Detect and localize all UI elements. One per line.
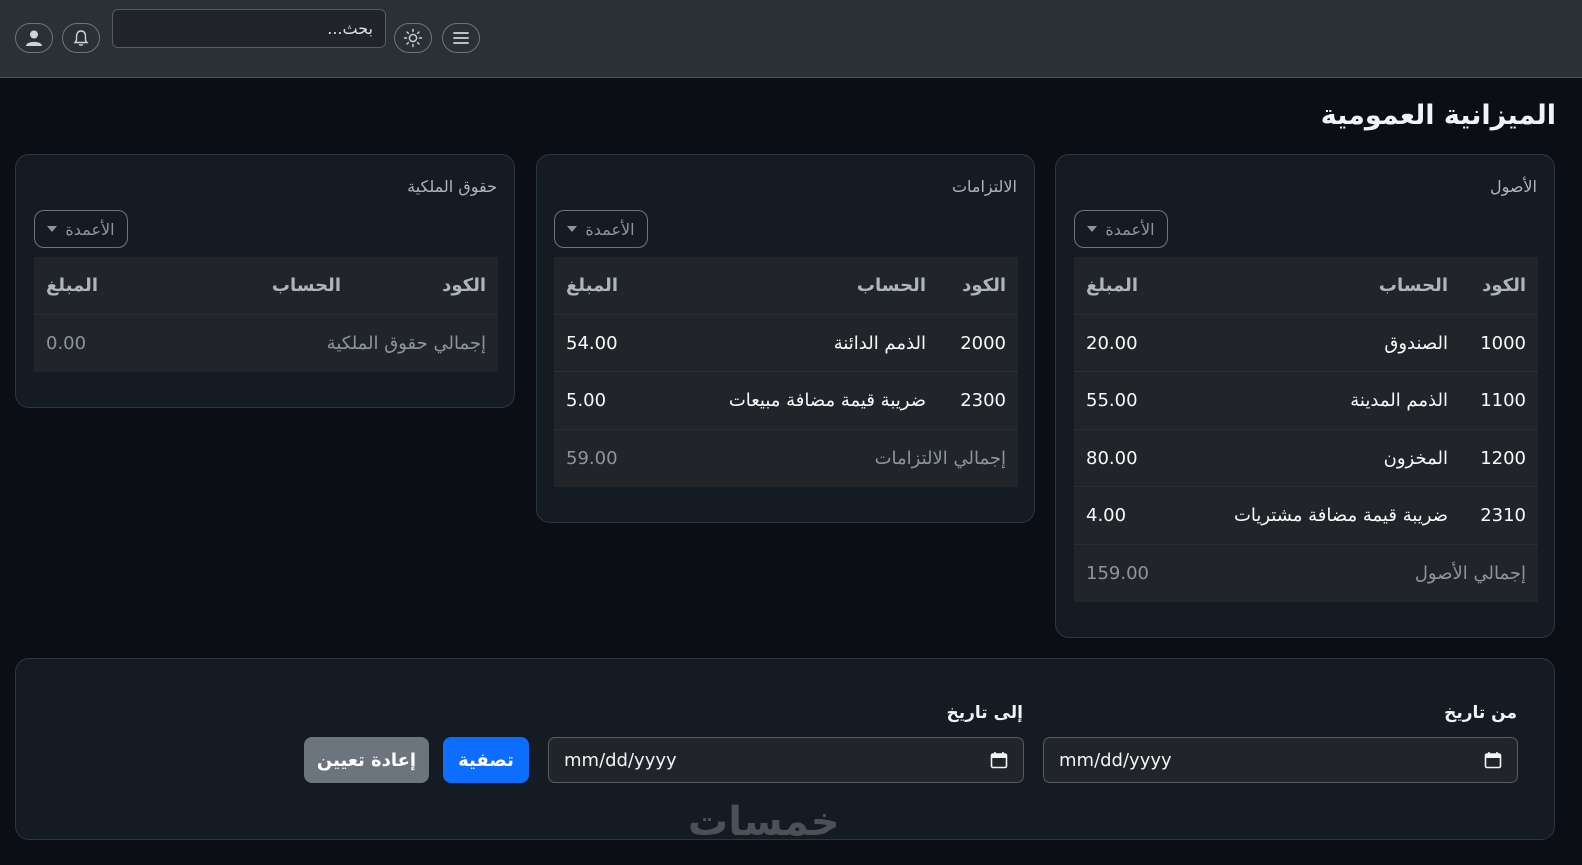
- row-account: ضريبة قيمة مضافة مشتريات: [1233, 505, 1448, 526]
- liabilities-title: الالتزامات: [951, 177, 1017, 196]
- caret-down-icon: [567, 226, 578, 232]
- bell-icon: [73, 30, 89, 46]
- row-code: 1200: [1480, 447, 1526, 469]
- total-amount: 59.00: [566, 447, 618, 469]
- row-amount: 55.00: [1086, 390, 1138, 411]
- liabilities-table: الكود الحساب المبلغ 2000 الذمم الدائنة 5…: [554, 257, 1018, 487]
- columns-label: الأعمدة: [65, 219, 115, 239]
- row-amount: 54.00: [566, 332, 618, 354]
- calendar-icon[interactable]: [1484, 751, 1502, 769]
- row-amount: 80.00: [1086, 447, 1138, 469]
- assets-card: الأصول الأعمدة الكود الحساب المبلغ 1000 …: [1055, 154, 1555, 638]
- row-code: 1100: [1480, 390, 1526, 411]
- row-account: الذمم المدينة: [1350, 390, 1448, 411]
- menu-icon: [453, 32, 469, 44]
- table-header-row: الكود الحساب المبلغ: [34, 257, 498, 315]
- header-amount: المبلغ: [1086, 275, 1138, 296]
- liabilities-card: الالتزامات الأعمدة الكود الحساب المبلغ 2…: [536, 154, 1035, 523]
- row-account: ضريبة قيمة مضافة مبيعات: [728, 390, 926, 411]
- from-date-value: mm/dd/yyyy: [1059, 749, 1172, 771]
- theme-toggle-button[interactable]: [394, 23, 432, 53]
- total-row: إجمالي الالتزامات 59.00: [554, 430, 1018, 488]
- total-amount: 0.00: [46, 332, 87, 354]
- assets-columns-dropdown[interactable]: الأعمدة: [1074, 210, 1168, 248]
- total-row: إجمالي الأصول 159.00: [1074, 545, 1538, 603]
- table-row: 2310 ضريبة قيمة مضافة مشتريات 4.00: [1074, 487, 1538, 545]
- total-label: إجمالي الالتزامات: [874, 447, 1006, 469]
- header-account: الحساب: [856, 275, 926, 296]
- assets-table: الكود الحساب المبلغ 1000 الصندوق 20.00 1…: [1074, 257, 1538, 602]
- row-code: 1000: [1480, 332, 1526, 354]
- from-date-input[interactable]: mm/dd/yyyy: [1043, 737, 1518, 783]
- header-account: الحساب: [271, 275, 341, 296]
- reset-button[interactable]: إعادة تعيين: [304, 737, 429, 783]
- table-row: 1100 الذمم المدينة 55.00: [1074, 372, 1538, 430]
- from-date-label: من تاريخ: [1444, 703, 1517, 723]
- total-row: إجمالي حقوق الملكية 0.00: [34, 315, 498, 373]
- columns-label: الأعمدة: [1105, 219, 1155, 239]
- watermark-logo: خمسات: [688, 799, 840, 845]
- calendar-icon[interactable]: [990, 751, 1008, 769]
- header-code: الكود: [962, 275, 1006, 296]
- table-header-row: الكود الحساب المبلغ: [554, 257, 1018, 315]
- row-amount: 4.00: [1086, 505, 1127, 526]
- equity-card: حقوق الملكية الأعمدة الكود الحساب المبلغ…: [15, 154, 515, 408]
- notifications-button[interactable]: [62, 23, 100, 53]
- table-row: 1000 الصندوق 20.00: [1074, 315, 1538, 372]
- menu-button[interactable]: [442, 23, 480, 53]
- user-button[interactable]: [15, 23, 53, 53]
- equity-table: الكود الحساب المبلغ إجمالي حقوق الملكية …: [34, 257, 498, 372]
- to-date-label: إلى تاريخ: [946, 703, 1023, 723]
- row-code: 2310: [1480, 505, 1526, 526]
- to-date-value: mm/dd/yyyy: [564, 749, 677, 771]
- header-code: الكود: [442, 275, 486, 296]
- total-label: إجمالي حقوق الملكية: [326, 332, 486, 354]
- filter-button[interactable]: تصفية: [443, 737, 529, 783]
- search-input[interactable]: [112, 9, 386, 48]
- table-row: 2300 ضريبة قيمة مضافة مبيعات 5.00: [554, 372, 1018, 430]
- row-amount: 5.00: [566, 390, 607, 411]
- table-row: 2000 الذمم الدائنة 54.00: [554, 315, 1018, 372]
- columns-label: الأعمدة: [585, 219, 635, 239]
- row-account: الصندوق: [1384, 332, 1448, 354]
- row-code: 2300: [960, 390, 1006, 411]
- header-code: الكود: [1482, 275, 1526, 296]
- to-date-input[interactable]: mm/dd/yyyy: [548, 737, 1024, 783]
- row-amount: 20.00: [1086, 332, 1138, 354]
- header-amount: المبلغ: [566, 275, 618, 296]
- caret-down-icon: [1087, 226, 1098, 232]
- row-account: المخزون: [1383, 447, 1448, 469]
- row-account: الذمم الدائنة: [833, 332, 926, 354]
- sun-icon: [403, 28, 423, 48]
- equity-columns-dropdown[interactable]: الأعمدة: [34, 210, 128, 248]
- caret-down-icon: [47, 226, 58, 232]
- assets-title: الأصول: [1489, 177, 1537, 196]
- header-amount: المبلغ: [46, 275, 98, 296]
- table-row: 1200 المخزون 80.00: [1074, 430, 1538, 487]
- liabilities-columns-dropdown[interactable]: الأعمدة: [554, 210, 648, 248]
- table-header-row: الكود الحساب المبلغ: [1074, 257, 1538, 315]
- date-filter-card: من تاريخ إلى تاريخ mm/dd/yyyy mm/dd/yyyy…: [15, 658, 1555, 845]
- row-code: 2000: [960, 332, 1006, 354]
- user-icon: [26, 30, 42, 46]
- total-label: إجمالي الأصول: [1414, 562, 1526, 584]
- top-navbar: [0, 0, 1582, 78]
- page-title: الميزانية العمومية: [1320, 100, 1556, 131]
- equity-title: حقوق الملكية: [407, 177, 497, 196]
- header-account: الحساب: [1378, 275, 1448, 296]
- total-amount: 159.00: [1086, 562, 1149, 584]
